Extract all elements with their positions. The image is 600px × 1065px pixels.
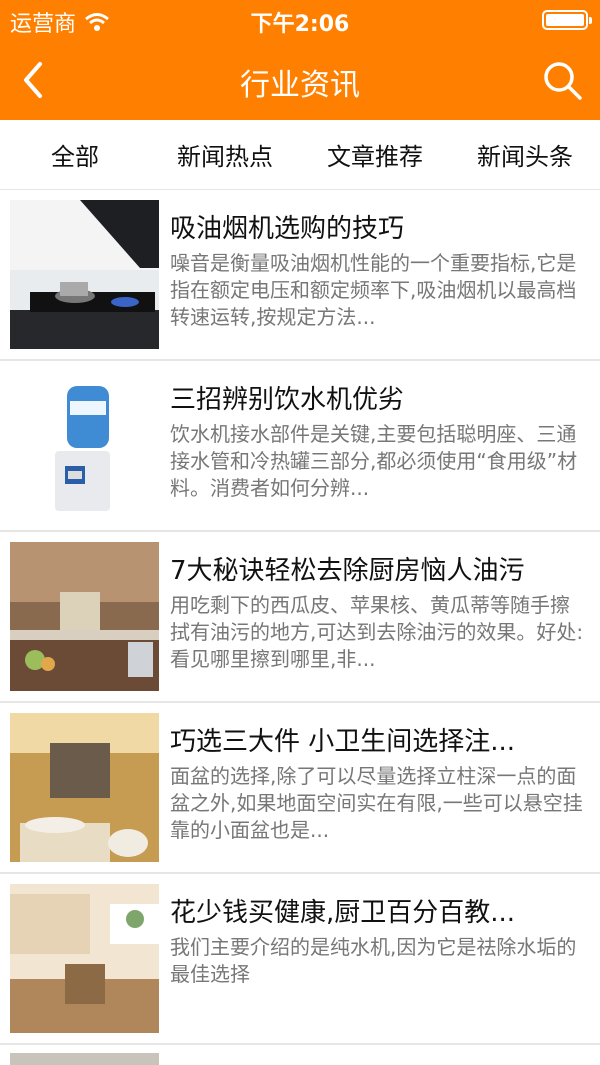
status-bar: 运营商 下午2:06 [0,0,600,40]
page-title: 行业资讯 [240,68,360,103]
article-thumbnail [10,884,159,1033]
search-icon[interactable] [538,56,586,104]
article-title: 巧选三大件 小卫生间选择注... [170,727,516,757]
battery-icon [542,10,592,30]
list-item[interactable]: 吸油烟机选购的技巧 噪音是衡量吸油烟机性能的一个重要指标,它是指在额定电压和额定… [0,190,600,361]
tab-news-hot[interactable]: 新闻热点 [150,120,300,189]
article-summary: 饮水机接水部件是关键,主要包括聪明座、三通接水管和冷热罐三部分,都必须使用“食用… [170,422,578,500]
status-time: 下午2:06 [250,12,350,37]
category-tabs: 全部 新闻热点 文章推荐 新闻头条 [0,120,600,190]
list-item[interactable]: 7大秘诀轻松去除厨房恼人油污 用吃剩下的西瓜皮、苹果核、黄瓜蒂等随手擦拭有油污的… [0,532,600,703]
article-title: 吸油烟机选购的技巧 [170,214,405,244]
app-header: 运营商 下午2:06 行业资讯 [0,0,600,120]
article-summary: 我们主要介绍的是纯水机,因为它是祛除水垢的最佳选择 [170,935,577,986]
article-title: 花少钱买健康,厨卫百分百教... [170,898,516,928]
article-summary: 用吃剩下的西瓜皮、苹果核、黄瓜蒂等随手擦拭有油污的地方,可达到去除油污的效果。好… [170,593,584,671]
article-summary: 噪音是衡量吸油烟机性能的一个重要指标,它是指在额定电压和额定频率下,吸油烟机以最… [170,251,577,329]
article-thumbnail-partial [10,1053,159,1065]
tab-headlines[interactable]: 新闻头条 [450,120,600,189]
article-title: 三招辨别饮水机优劣 [170,385,405,415]
article-thumbnail [10,200,159,349]
list-item[interactable]: 巧选三大件 小卫生间选择注... 面盆的选择,除了可以尽量选择立柱深一点的面盆之… [0,703,600,874]
list-item[interactable]: 花少钱买健康,厨卫百分百教... 我们主要介绍的是纯水机,因为它是祛除水垢的最佳… [0,874,600,1045]
article-summary: 面盆的选择,除了可以尽量选择立柱深一点的面盆之外,如果地面空间实在有限,一些可以… [170,764,583,842]
article-thumbnail [10,542,159,691]
article-thumbnail [10,371,159,520]
tab-all[interactable]: 全部 [0,120,150,189]
tab-recommended[interactable]: 文章推荐 [300,120,450,189]
list-item[interactable]: 三招辨别饮水机优劣 饮水机接水部件是关键,主要包括聪明座、三通接水管和冷热罐三部… [0,361,600,532]
article-thumbnail [10,713,159,862]
navigation-bar: 行业资讯 [0,40,600,120]
article-list: 吸油烟机选购的技巧 噪音是衡量吸油烟机性能的一个重要指标,它是指在额定电压和额定… [0,190,600,1045]
article-title: 7大秘诀轻松去除厨房恼人油污 [170,556,525,586]
